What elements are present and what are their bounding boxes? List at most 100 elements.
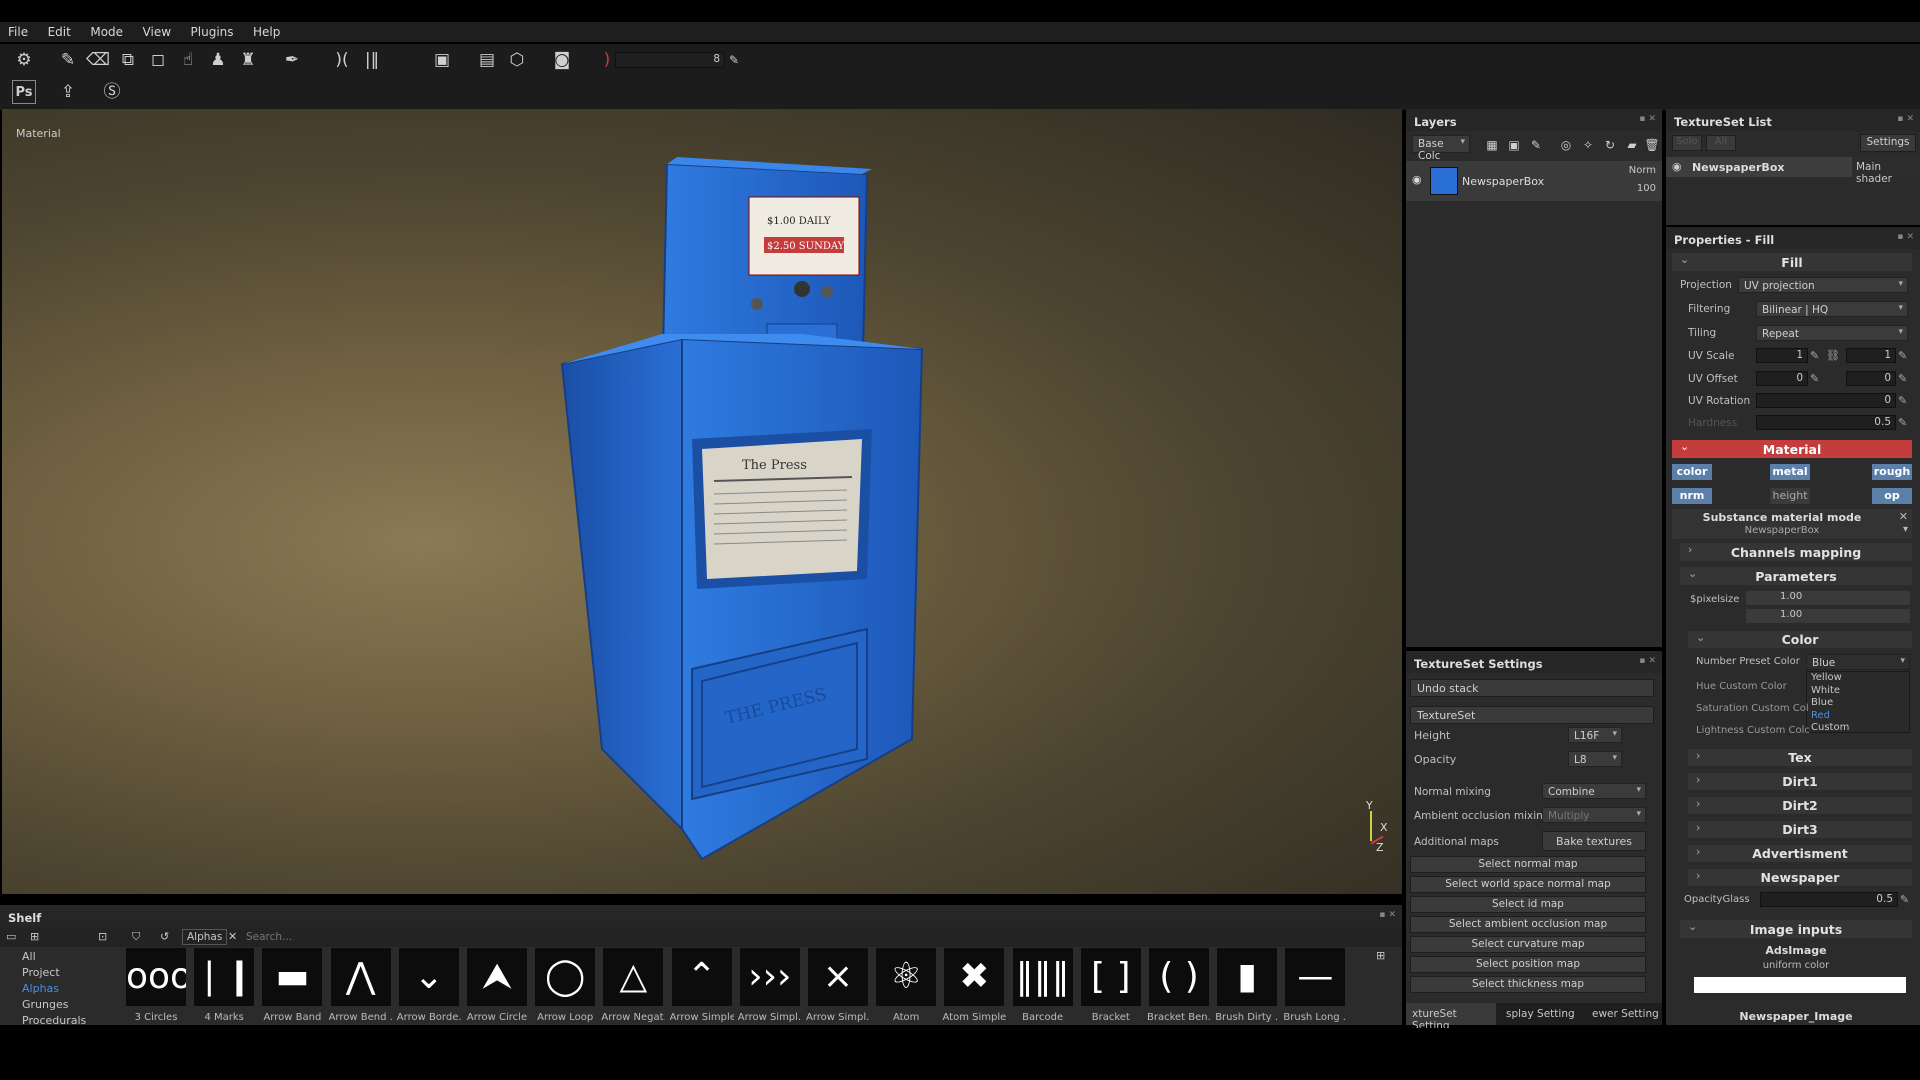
menu-file[interactable]: File xyxy=(0,22,36,39)
clone-stamp-icon[interactable]: ♟ xyxy=(206,48,230,72)
projection-select[interactable]: UV projection xyxy=(1738,277,1908,293)
filter-icon[interactable]: ⛉ xyxy=(132,930,140,944)
material-section-header[interactable]: ⌄ Material xyxy=(1672,440,1912,458)
group-advertisment-header[interactable]: › Advertisment xyxy=(1688,845,1912,862)
color-group-header[interactable]: ⌄ Color xyxy=(1688,631,1912,648)
select-id-map-button[interactable]: Select id map xyxy=(1410,896,1646,913)
normal-mixing-select[interactable]: Combine xyxy=(1542,783,1646,799)
group-dirt2-header[interactable]: › Dirt2 xyxy=(1688,797,1912,814)
shelf-item[interactable]: ooo 3 Circles xyxy=(124,948,188,1023)
textureset-visibility-icon[interactable]: ◉ xyxy=(1672,160,1682,173)
polygon-fill-icon[interactable]: ◻ xyxy=(146,48,170,72)
select-normal-map-button[interactable]: Select normal map xyxy=(1410,856,1646,873)
tab-display-settings[interactable]: splay Setting xyxy=(1506,1008,1575,1020)
reset-filter-icon[interactable]: ↺ xyxy=(160,930,169,943)
shelf-search-input[interactable] xyxy=(246,929,446,945)
uv-offset-v-slider[interactable]: 0 xyxy=(1846,371,1896,386)
channel-height-toggle[interactable]: height xyxy=(1770,488,1810,504)
group-dirt1-header[interactable]: › Dirt1 xyxy=(1688,773,1912,790)
shelf-item[interactable]: ▮ Brush Dirty ... xyxy=(1215,948,1279,1023)
undo-stack-button[interactable]: Undo stack xyxy=(1410,679,1654,697)
uv-scale-v-slider[interactable]: 1 xyxy=(1846,348,1896,363)
delete-layer-icon[interactable]: 🗑 xyxy=(1640,133,1664,157)
preset-option-white[interactable]: White xyxy=(1811,685,1909,698)
shelf-item[interactable]: [ ] Bracket xyxy=(1079,948,1143,1023)
pixelsize-x-field[interactable]: 1.00 xyxy=(1746,591,1910,605)
select-thickness-map-button[interactable]: Select thickness map xyxy=(1410,976,1646,993)
pen-icon[interactable]: ✎ xyxy=(722,48,746,72)
3d-viewport[interactable]: Material $1.00 DAILY $2.50 SUNDAY The Pr… xyxy=(2,109,1402,894)
settings-gear-icon[interactable]: ⚙ xyxy=(12,48,36,72)
preset-option-yellow[interactable]: Yellow xyxy=(1811,672,1909,685)
all-button[interactable]: All xyxy=(1706,135,1736,151)
uv-rotation-pen-icon[interactable]: ✎ xyxy=(1898,394,1910,407)
uv-scale-v-pen-icon[interactable]: ✎ xyxy=(1898,349,1910,362)
uv-rotation-slider[interactable]: 0 xyxy=(1756,393,1896,408)
shelf-item[interactable]: ⌃ Arrow Simple xyxy=(670,948,734,1023)
uv-offset-u-slider[interactable]: 0 xyxy=(1756,371,1808,386)
clear-filter-icon[interactable]: ✕ xyxy=(228,930,237,943)
shelf-category-alphas[interactable]: Alphas xyxy=(22,981,114,997)
shelf-item[interactable]: ››› Arrow Simpl... xyxy=(738,948,802,1023)
image-inputs-header[interactable]: ⌄ Image inputs xyxy=(1680,920,1912,938)
tiling-select[interactable]: Repeat xyxy=(1756,325,1908,341)
menu-mode[interactable]: Mode xyxy=(82,22,131,39)
new-folder-icon[interactable]: ⊞ xyxy=(30,930,39,943)
shelf-category-grunges[interactable]: Grunges xyxy=(22,997,114,1013)
preset-option-custom[interactable]: Custom xyxy=(1811,722,1909,735)
layer-row[interactable]: ◉ NewspaperBox Norm 100 xyxy=(1406,161,1662,201)
color-picker-icon[interactable]: ✒ xyxy=(280,48,304,72)
shelf-item[interactable]: ⋀ Arrow Bend ... xyxy=(329,948,393,1023)
uv-scale-link-icon[interactable]: ⛓ xyxy=(1826,349,1840,362)
cube-icon[interactable]: ⬡ xyxy=(505,48,529,72)
symmetry-icon[interactable]: )( xyxy=(330,48,354,72)
eraser-icon[interactable]: ⌫ xyxy=(86,48,110,72)
hardness-pen-icon[interactable]: ✎ xyxy=(1898,416,1910,429)
textureset-row[interactable]: ◉ NewspaperBox Main shader xyxy=(1666,157,1920,185)
add-mask-icon[interactable]: ◎ xyxy=(1554,133,1578,157)
screenshot-icon[interactable]: ◙ xyxy=(550,48,574,72)
camera-icon[interactable]: ▤ xyxy=(475,48,499,72)
fill-section-header[interactable]: ⌄ Fill xyxy=(1672,253,1912,271)
layer-channel-select[interactable]: Base Colc xyxy=(1412,135,1470,162)
select-curvature-map-button[interactable]: Select curvature map xyxy=(1410,936,1646,953)
tab-textureset-settings[interactable]: xtureSet Setting xyxy=(1406,1003,1496,1032)
material-picker-icon[interactable]: ♜ xyxy=(236,48,260,72)
folder-icon[interactable]: ▭ xyxy=(6,930,16,943)
opacity-glass-pen-icon[interactable]: ✎ xyxy=(1900,893,1912,906)
solo-button[interactable]: Solo xyxy=(1672,135,1702,151)
paint-brush-icon[interactable]: ✎ xyxy=(56,48,80,72)
channel-rough-toggle[interactable]: rough xyxy=(1872,464,1912,480)
chevron-down-icon[interactable]: ▾ xyxy=(1903,524,1908,535)
tab-viewer-settings[interactable]: ewer Setting xyxy=(1592,1008,1659,1020)
select-ao-map-button[interactable]: Select ambient occlusion map xyxy=(1410,916,1646,933)
close-icon[interactable]: ✕ xyxy=(1899,510,1908,523)
tss-opacity-select[interactable]: L8 xyxy=(1568,751,1622,767)
ao-mixing-select[interactable]: Multiply xyxy=(1542,807,1646,823)
filtering-select[interactable]: Bilinear | HQ xyxy=(1756,301,1908,317)
channels-mapping-header[interactable]: › Channels mapping xyxy=(1680,543,1912,561)
projection-icon[interactable]: ⧉ xyxy=(116,48,140,72)
shelf-item[interactable]: ⮝ Arrow Circle xyxy=(465,948,529,1023)
layer-visibility-icon[interactable]: ◉ xyxy=(1412,173,1422,186)
refresh-icon[interactable]: ↻ xyxy=(1598,133,1622,157)
shelf-item[interactable]: — Brush Long ... xyxy=(1283,948,1347,1023)
channel-op-toggle[interactable]: op xyxy=(1872,488,1912,504)
substance-logo-icon[interactable]: Ⓢ xyxy=(100,80,124,104)
tss-height-select[interactable]: L16F xyxy=(1568,727,1622,743)
photoshop-export-icon[interactable]: Ps xyxy=(12,80,36,104)
uv-offset-u-pen-icon[interactable]: ✎ xyxy=(1810,372,1822,385)
hardness-slider[interactable]: 0.5 xyxy=(1756,415,1896,430)
tsl-settings-button[interactable]: Settings xyxy=(1860,134,1916,152)
channel-color-toggle[interactable]: color xyxy=(1672,464,1712,480)
shelf-item[interactable]: ✖ Atom Simple xyxy=(942,948,1006,1023)
filter-tag-alphas[interactable]: Alphas xyxy=(182,929,228,945)
channel-metal-toggle[interactable]: metal xyxy=(1770,464,1810,480)
shelf-category-project[interactable]: Project xyxy=(22,965,114,981)
group-tex-header[interactable]: › Tex xyxy=(1688,749,1912,766)
menu-edit[interactable]: Edit xyxy=(40,22,79,39)
select-position-map-button[interactable]: Select position map xyxy=(1410,956,1646,973)
uv-offset-v-pen-icon[interactable]: ✎ xyxy=(1898,372,1910,385)
import-icon[interactable]: ⊡ xyxy=(98,930,107,943)
parameters-header[interactable]: ⌄ Parameters xyxy=(1680,567,1912,585)
